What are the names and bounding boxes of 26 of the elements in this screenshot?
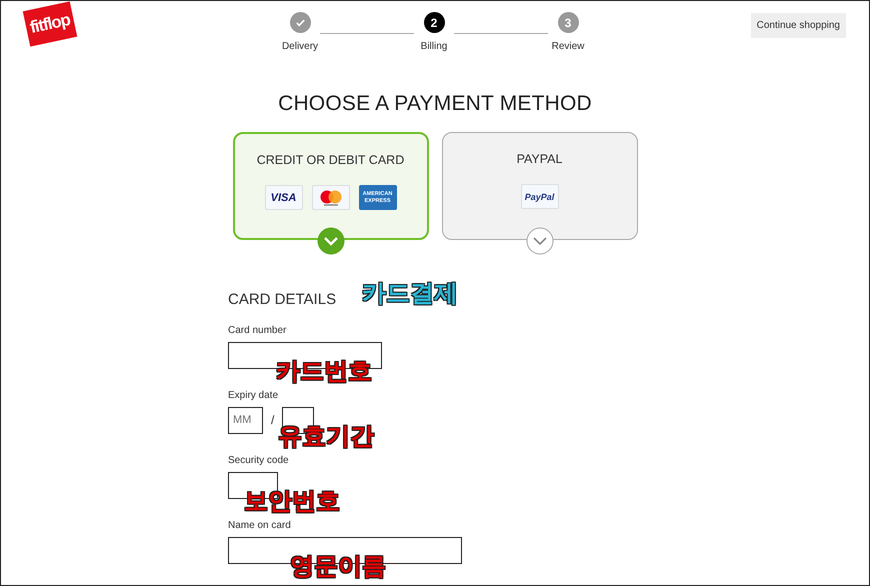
field-label: Name on card <box>228 518 292 532</box>
step-label: Billing <box>420 40 448 54</box>
step-label: Review <box>552 40 584 54</box>
mastercard-logo <box>312 185 350 210</box>
step-label: Delivery <box>282 40 318 54</box>
chevron-icon <box>316 226 344 254</box>
field-label: Card number <box>228 324 288 338</box>
step-number: 2 <box>430 14 438 32</box>
continue-shopping-button[interactable]: Continue shopping <box>750 13 846 38</box>
payment-option[interactable]: PAYPAL PayPal <box>442 132 638 240</box>
section-heading: CARD DETAILS <box>228 290 336 310</box>
chevron-icon <box>526 226 554 254</box>
logo[interactable]: fitflop <box>22 1 78 47</box>
annotation-text: 유효기간 <box>278 424 374 448</box>
step-number: 3 <box>564 14 572 32</box>
visa-logo: VISA <box>264 185 302 210</box>
annotation-text: 카드결제 <box>362 282 458 306</box>
annotation-text: 보안번호 <box>244 490 340 514</box>
field-label: Security code <box>228 454 290 468</box>
separator-text: / <box>271 412 274 429</box>
option-label: PAYPAL <box>516 150 562 168</box>
paypal-logo: PayPal <box>520 184 558 210</box>
month-field[interactable]: MM <box>228 406 263 434</box>
field-label: Expiry date <box>228 388 280 402</box>
option-label: CREDIT OR DEBIT CARD <box>256 152 404 168</box>
page-title: CHOOSE A PAYMENT METHOD <box>277 91 593 117</box>
